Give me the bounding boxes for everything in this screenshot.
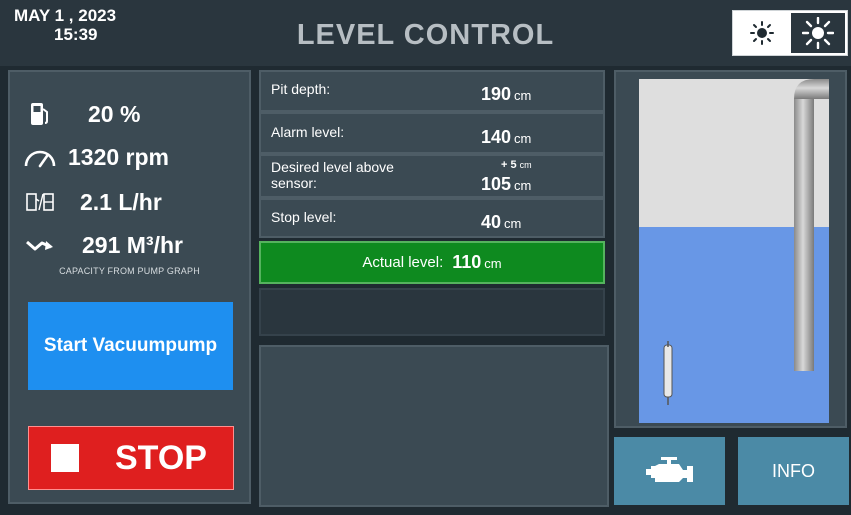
capacity-value: 291 M³/hr: [82, 231, 183, 258]
empty-panel: [259, 345, 609, 507]
speed-row: 1320 rpm: [20, 139, 240, 175]
fuel-pump-icon: [31, 103, 48, 125]
brightness-control: [732, 10, 848, 56]
actual-level-indicator: Actual level: 110 cm: [259, 241, 605, 284]
capacity-row: 291 M³/hr: [20, 227, 240, 263]
fuel-level-row: 20 %: [20, 96, 240, 132]
fuel-rate-value: 2.1 L/hr: [80, 188, 162, 215]
top-bar: MAY 1 , 2023 15:39 LEVEL CONTROL: [0, 0, 851, 66]
engine-status-panel: 20 % 1320 rpm 2.1 L/hr 291 M³/hr CAPACIT…: [8, 70, 251, 504]
tank-graphic: [639, 79, 829, 423]
desired-level-row[interactable]: Desired level above sensor: + 5 cm 105 cm: [259, 154, 605, 198]
stop-square-icon: [51, 444, 79, 472]
brightness-low-button[interactable]: [735, 13, 789, 53]
stop-level-label: Stop level:: [271, 209, 337, 225]
fuel-rate-row: 2.1 L/hr: [20, 184, 240, 220]
stop-level-value: 40 cm: [481, 212, 522, 232]
fuel-consumption-icon: [26, 193, 54, 211]
speed-value: 1320 rpm: [68, 143, 170, 170]
pit-depth-label: Pit depth:: [271, 81, 331, 97]
flow-trend-icon: [26, 240, 53, 251]
desired-level-label: Desired level above sensor:: [271, 159, 394, 191]
alarm-level-row[interactable]: Alarm level: 140 cm: [259, 112, 605, 154]
stop-label: STOP: [115, 438, 207, 477]
page-title: LEVEL CONTROL: [296, 19, 555, 51]
info-button[interactable]: INFO: [738, 437, 849, 505]
engine-button[interactable]: [614, 437, 725, 505]
pit-depth-row[interactable]: Pit depth: 190 cm: [259, 70, 605, 112]
brightness-high-button[interactable]: [791, 13, 845, 53]
alarm-level-label: Alarm level:: [271, 124, 345, 140]
capacity-note: CAPACITY FROM PUMP GRAPH: [59, 266, 200, 276]
fuel-level-value: 20 %: [88, 100, 141, 127]
pit-depth-value: 190 cm: [481, 84, 532, 104]
message-bar: [259, 288, 605, 336]
desired-level-offset: + 5 cm: [501, 159, 532, 171]
engine-icon: [645, 457, 693, 482]
stop-level-row[interactable]: Stop level: 40 cm: [259, 198, 605, 238]
alarm-level-value: 140 cm: [481, 127, 532, 147]
sun-large-icon: [802, 17, 834, 49]
level-sensor-icon: [663, 341, 673, 405]
actual-level-label: Actual level:: [362, 254, 444, 271]
stop-button[interactable]: STOP: [28, 426, 234, 490]
sun-small-icon: [750, 21, 774, 45]
desired-level-value: 105 cm: [481, 174, 532, 194]
tank-panel: [614, 70, 847, 428]
speedometer-icon: [24, 150, 56, 168]
start-vacuumpump-button[interactable]: Start Vacuumpump: [28, 302, 233, 390]
actual-level-value: 110 cm: [452, 252, 502, 272]
